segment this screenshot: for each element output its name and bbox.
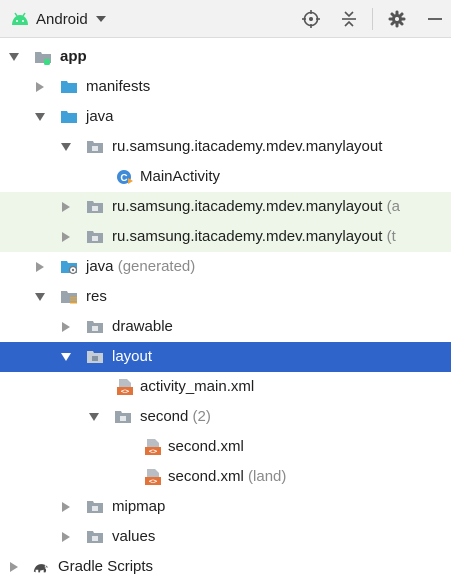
svg-text:<>: <> bbox=[149, 448, 157, 456]
expanded-arrow-icon[interactable] bbox=[60, 351, 72, 363]
svg-text:<>: <> bbox=[149, 478, 157, 486]
xml-file-icon: <> bbox=[117, 379, 133, 396]
package-icon bbox=[87, 501, 103, 513]
project-view-selector[interactable]: Android bbox=[10, 6, 106, 32]
tree-row-layout[interactable]: layout bbox=[0, 342, 451, 372]
collapsed-arrow-icon[interactable] bbox=[60, 501, 72, 513]
tree-label-second-xml: second.xml bbox=[168, 438, 244, 455]
project-tree: app manifests java ru.samsung.itacademy.… bbox=[0, 38, 451, 585]
tree-row-second-group[interactable]: second (2) bbox=[0, 402, 451, 432]
tree-label-values: values bbox=[112, 528, 156, 545]
collapsed-arrow-icon[interactable] bbox=[60, 531, 72, 543]
expanded-arrow-icon[interactable] bbox=[34, 111, 46, 123]
expanded-arrow-icon[interactable] bbox=[8, 51, 20, 63]
tree-row-package-androidtest[interactable]: ru.samsung.itacademy.mdev.manylayout (a bbox=[0, 192, 451, 222]
package-icon bbox=[87, 531, 103, 543]
tree-row-values[interactable]: values bbox=[0, 522, 451, 552]
package-icon bbox=[87, 231, 103, 243]
tree-row-java[interactable]: java bbox=[0, 102, 451, 132]
tree-label-layout: layout bbox=[112, 348, 153, 365]
settings-button[interactable] bbox=[386, 8, 408, 30]
tree-row-manifests[interactable]: manifests bbox=[0, 72, 451, 102]
folder-icon bbox=[61, 81, 77, 93]
tree-row-app[interactable]: app bbox=[0, 42, 451, 72]
package-icon bbox=[87, 141, 103, 153]
tree-label-java-generated: java (generated) bbox=[86, 258, 196, 275]
expanded-arrow-icon[interactable] bbox=[88, 411, 100, 423]
tree-label-activity-main-xml: activity_main.xml bbox=[140, 378, 255, 395]
tree-row-second-xml[interactable]: <> second.xml bbox=[0, 432, 451, 462]
locate-icon bbox=[302, 10, 320, 28]
tree-row-second-xml-land[interactable]: <> second.xml (land) bbox=[0, 462, 451, 492]
tree-label-package-main: ru.samsung.itacademy.mdev.manylayout bbox=[112, 138, 383, 155]
tree-label-package-test: ru.samsung.itacademy.mdev.manylayout (t bbox=[112, 228, 396, 245]
svg-text:<>: <> bbox=[121, 388, 129, 396]
package-icon bbox=[115, 411, 131, 423]
xml-file-icon: <> bbox=[145, 439, 161, 456]
tree-row-java-generated[interactable]: java (generated) bbox=[0, 252, 451, 282]
collapsed-arrow-icon[interactable] bbox=[60, 231, 72, 243]
gear-icon bbox=[388, 10, 406, 28]
svg-text:C: C bbox=[120, 173, 127, 184]
collapse-all-button[interactable] bbox=[338, 8, 360, 30]
tree-row-package-test[interactable]: ru.samsung.itacademy.mdev.manylayout (t bbox=[0, 222, 451, 252]
tree-row-activity-main-xml[interactable]: <> activity_main.xml bbox=[0, 372, 451, 402]
folder-icon bbox=[61, 111, 77, 123]
collapsed-arrow-icon[interactable] bbox=[34, 81, 46, 93]
dropdown-caret-icon bbox=[95, 16, 106, 22]
locate-button[interactable] bbox=[300, 8, 322, 30]
collapsed-arrow-icon[interactable] bbox=[60, 201, 72, 213]
tree-label-res: res bbox=[86, 288, 107, 305]
tree-label-drawable: drawable bbox=[112, 318, 173, 335]
xml-file-icon: <> bbox=[145, 469, 161, 486]
tree-label-mipmap: mipmap bbox=[112, 498, 166, 515]
project-view-label: Android bbox=[36, 10, 88, 28]
android-icon bbox=[12, 12, 28, 25]
tree-label-mainactivity: MainActivity bbox=[140, 168, 221, 185]
resources-folder-icon bbox=[61, 291, 77, 304]
gradle-icon bbox=[33, 564, 49, 573]
tree-row-drawable[interactable]: drawable bbox=[0, 312, 451, 342]
tree-label-gradle-scripts: Gradle Scripts bbox=[58, 558, 154, 575]
module-folder-icon bbox=[35, 52, 51, 65]
expanded-arrow-icon[interactable] bbox=[60, 141, 72, 153]
expanded-arrow-icon[interactable] bbox=[34, 291, 46, 303]
package-icon bbox=[87, 351, 103, 363]
tree-label-package-androidtest: ru.samsung.itacademy.mdev.manylayout (a bbox=[112, 198, 400, 215]
tree-label-second-xml-land: second.xml (land) bbox=[168, 468, 287, 485]
collapsed-arrow-icon[interactable] bbox=[34, 261, 46, 273]
collapse-all-icon bbox=[342, 11, 356, 27]
package-icon bbox=[87, 321, 103, 333]
collapsed-arrow-icon[interactable] bbox=[60, 321, 72, 333]
minimize-button[interactable] bbox=[424, 8, 446, 30]
tree-row-gradle-scripts[interactable]: Gradle Scripts bbox=[0, 552, 451, 582]
tree-label-second-group: second (2) bbox=[140, 408, 211, 425]
collapsed-arrow-icon[interactable] bbox=[8, 561, 20, 573]
tree-label-java: java bbox=[86, 108, 114, 125]
activity-class-icon: C bbox=[117, 170, 133, 184]
tree-row-mainactivity[interactable]: C MainActivity bbox=[0, 162, 451, 192]
generated-folder-icon bbox=[61, 261, 78, 275]
tree-label-manifests: manifests bbox=[86, 78, 151, 95]
minimize-icon bbox=[428, 18, 442, 20]
tree-label-app: app bbox=[60, 48, 87, 65]
tree-row-mipmap[interactable]: mipmap bbox=[0, 492, 451, 522]
project-toolbar: Android bbox=[0, 0, 451, 38]
toolbar-separator bbox=[372, 8, 373, 30]
tree-row-package-main[interactable]: ru.samsung.itacademy.mdev.manylayout bbox=[0, 132, 451, 162]
package-icon bbox=[87, 201, 103, 213]
tree-row-res[interactable]: res bbox=[0, 282, 451, 312]
